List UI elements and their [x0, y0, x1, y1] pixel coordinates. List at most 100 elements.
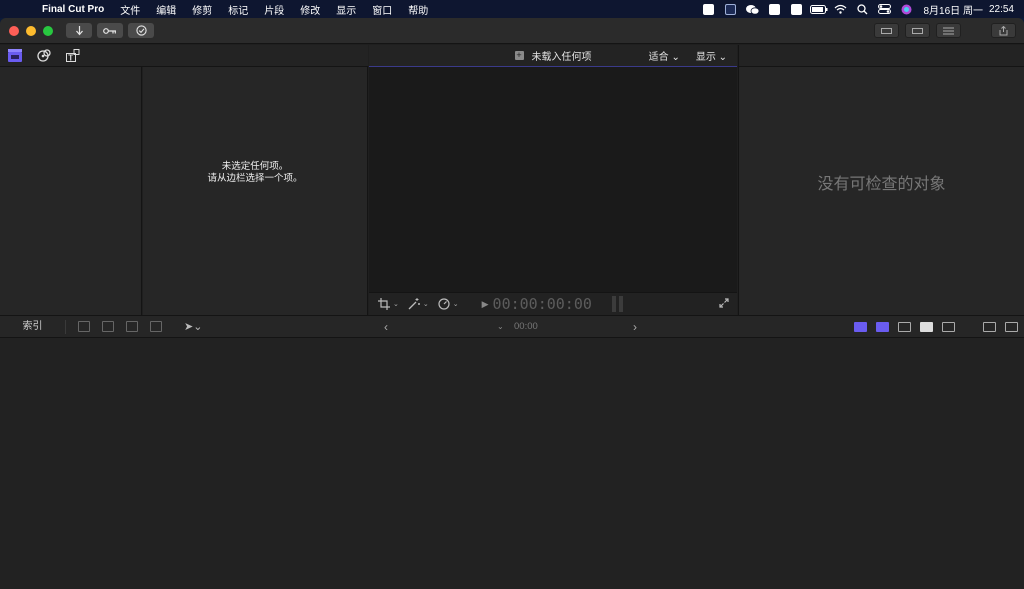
close-button[interactable] [9, 25, 19, 36]
retime-menu[interactable]: ⌄ [438, 298, 459, 310]
key-icon [103, 27, 116, 34]
photos-audio-icon[interactable] [36, 49, 51, 63]
menu-mark[interactable]: 标记 [220, 2, 256, 17]
effects-browser-icon[interactable] [983, 321, 996, 332]
libraries-icon[interactable] [7, 49, 22, 63]
overwrite-clip-icon[interactable] [150, 321, 162, 332]
crop-icon [378, 298, 390, 310]
browser-empty-line2: 请从边栏选择一个项。 [207, 173, 303, 184]
inspector-layout-icon [943, 27, 954, 34]
keyword-button[interactable] [97, 23, 123, 38]
fit-dropdown[interactable]: 适合 ⌄ [649, 48, 680, 63]
final-cut-window: T 未选定任何项。 请从边栏选择一个项。 + 未载入任何项 适合 ⌄ 显示 ⌄ [0, 18, 1024, 589]
viewer-timecode: 00:00:00:00 [492, 295, 592, 313]
transitions-browser-icon[interactable] [1005, 321, 1018, 332]
menubar-clock[interactable]: 22:54 [983, 4, 1024, 15]
viewer-title: 未载入任何项 [531, 52, 592, 63]
show-inspector-button[interactable] [936, 23, 961, 38]
title-bar [0, 18, 1024, 44]
show-timeline-button[interactable] [905, 23, 930, 38]
speedometer-icon [438, 298, 450, 310]
append-clip-icon[interactable] [126, 321, 138, 332]
clipboard-icon[interactable] [786, 0, 808, 18]
browser-empty-message: 未选定任何项。 请从边栏选择一个项。 [207, 161, 302, 185]
zoom-button[interactable] [43, 25, 53, 36]
status-area: 8月16日 周一 22:54 [698, 0, 1024, 18]
enhance-menu[interactable]: ⌄ [408, 298, 429, 310]
forward-arrow-icon[interactable]: › [633, 320, 637, 334]
timeline-area[interactable] [0, 338, 1024, 589]
timeline-timecode: 00:00 [514, 321, 538, 332]
select-tool-icon[interactable]: ➤⌄ [184, 320, 202, 333]
index-button[interactable]: 索引 [0, 319, 66, 334]
timeline-toolbar: 索引 ➤⌄ ‹ ⌄ 00:00 › [0, 315, 1024, 338]
battery-icon[interactable] [808, 0, 830, 18]
video-skimming-icon[interactable] [854, 321, 867, 332]
fullscreen-icon[interactable] [719, 297, 729, 311]
menu-view[interactable]: 显示 [328, 2, 364, 17]
share-button[interactable] [991, 23, 1016, 38]
view-label: 显示 [695, 52, 716, 63]
chevron-down-icon[interactable]: ⌄ [497, 322, 504, 331]
menu-app-name[interactable]: Final Cut Pro [32, 4, 112, 15]
chevron-down-icon: ⌄ [671, 52, 680, 63]
siri-icon[interactable] [896, 0, 918, 18]
menu-modify[interactable]: 修改 [292, 2, 328, 17]
browser-empty-line1: 未选定任何项。 [221, 161, 289, 172]
insert-clip-icon[interactable] [102, 321, 114, 332]
chevron-down-icon: ⌄ [393, 301, 399, 308]
menu-trim[interactable]: 修剪 [184, 2, 220, 17]
toolbar-right [874, 23, 1016, 38]
chevron-down-icon: ⌄ [452, 301, 459, 308]
menubar-date[interactable]: 8月16日 周一 [918, 2, 983, 17]
timeline-layout-icon [912, 27, 923, 34]
play-icon[interactable]: ▶ [482, 299, 489, 310]
menu-bar: Final Cut Pro 文件 编辑 修剪 标记 片段 修改 显示 窗口 帮助… [0, 0, 1024, 18]
menu-help[interactable]: 帮助 [400, 2, 436, 17]
download-arrow-icon [75, 25, 83, 35]
sync-icon[interactable] [764, 0, 786, 18]
menu-edit[interactable]: 编辑 [148, 2, 184, 17]
inspector-empty-message: 没有可检查的对象 [817, 176, 946, 193]
headphones-icon[interactable] [898, 321, 911, 332]
clip-appearance-icon[interactable] [942, 321, 955, 332]
show-browser-button[interactable] [874, 23, 899, 38]
browser-panel: 未选定任何项。 请从边栏选择一个项。 [143, 67, 368, 315]
transform-menu[interactable]: ⌄ [378, 298, 399, 310]
add-icon[interactable]: + [514, 51, 524, 60]
timeline-right-controls [854, 321, 1018, 332]
back-arrow-icon[interactable]: ‹ [384, 320, 388, 334]
background-tasks-button[interactable] [128, 23, 154, 38]
upper-panels: T 未选定任何项。 请从边栏选择一个项。 + 未载入任何项 适合 ⌄ 显示 ⌄ [0, 45, 1024, 315]
control-center-icon[interactable] [874, 0, 896, 18]
audio-skimming-icon[interactable] [876, 321, 889, 332]
browser-layout-icon [881, 27, 892, 34]
wechat-icon[interactable] [742, 0, 764, 18]
view-dropdown[interactable]: 显示 ⌄ [696, 48, 727, 63]
inspector-header [738, 45, 1024, 67]
titles-generators-icon[interactable]: T [65, 49, 80, 63]
window-controls [9, 25, 53, 36]
library-sidebar[interactable] [0, 67, 142, 315]
wps-icon[interactable] [698, 0, 720, 18]
search-icon[interactable] [852, 0, 874, 18]
menu-file[interactable]: 文件 [112, 2, 148, 17]
audio-meter [611, 296, 623, 312]
import-button[interactable] [66, 23, 92, 38]
connect-clip-icon[interactable] [78, 321, 90, 332]
toolbar-left [66, 23, 154, 38]
app-status-icon[interactable] [720, 0, 742, 18]
wifi-icon[interactable] [830, 0, 852, 18]
checkmark-circle-icon [135, 25, 147, 36]
library-header: T [0, 45, 368, 67]
minimize-button[interactable] [26, 25, 36, 36]
menu-clip[interactable]: 片段 [256, 2, 292, 17]
snapping-icon[interactable] [920, 321, 933, 332]
inspector-panel: 没有可检查的对象 [738, 67, 1024, 315]
magic-wand-icon [408, 298, 420, 310]
viewer-canvas[interactable] [369, 67, 737, 292]
chevron-down-icon: ⌄ [718, 52, 727, 63]
chevron-down-icon: ⌄ [422, 301, 429, 308]
viewer-header: + 未载入任何项 适合 ⌄ 显示 ⌄ [369, 45, 737, 67]
menu-window[interactable]: 窗口 [364, 2, 400, 17]
